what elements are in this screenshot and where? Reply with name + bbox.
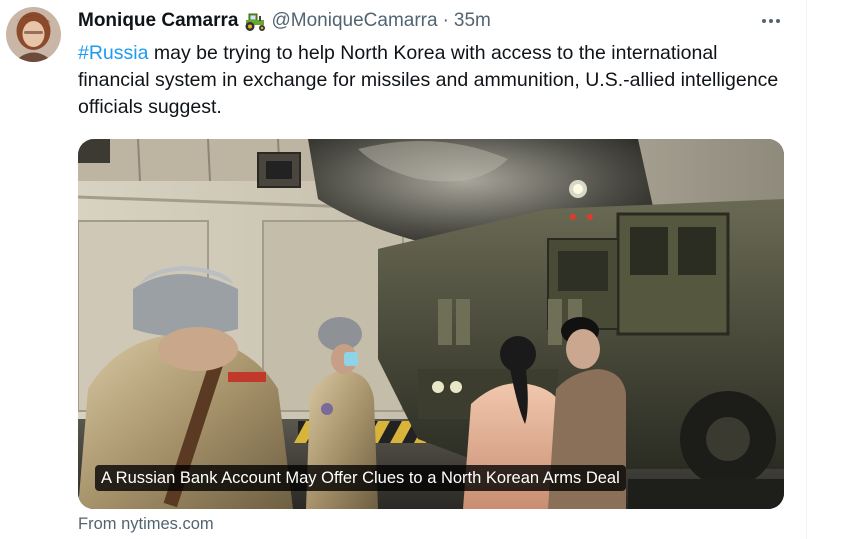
card-headline: A Russian Bank Account May Offer Clues t… [95,465,626,491]
card-image [78,139,784,509]
tweet-timestamp[interactable]: 35m [454,10,491,32]
card-source-link[interactable]: From nytimes.com [78,515,214,534]
link-card[interactable]: A Russian Bank Account May Offer Clues t… [78,139,784,509]
author-name[interactable]: Monique Camarra [78,10,238,32]
timeline-divider [806,0,807,539]
tractor-icon [242,10,268,32]
more-horizontal-icon [762,19,780,23]
tweet-header: Monique Camarra @MoniqueCamarra · 35m [78,9,491,33]
hashtag-link[interactable]: #Russia [78,42,148,64]
tweet-text: #Russia may be trying to help North Kore… [78,40,793,121]
avatar[interactable] [6,7,61,62]
tweet-body: may be trying to help North Korea with a… [78,42,779,118]
author-handle[interactable]: @MoniqueCamarra [271,10,437,32]
more-options-button[interactable] [756,10,786,32]
separator-dot: · [442,10,449,31]
